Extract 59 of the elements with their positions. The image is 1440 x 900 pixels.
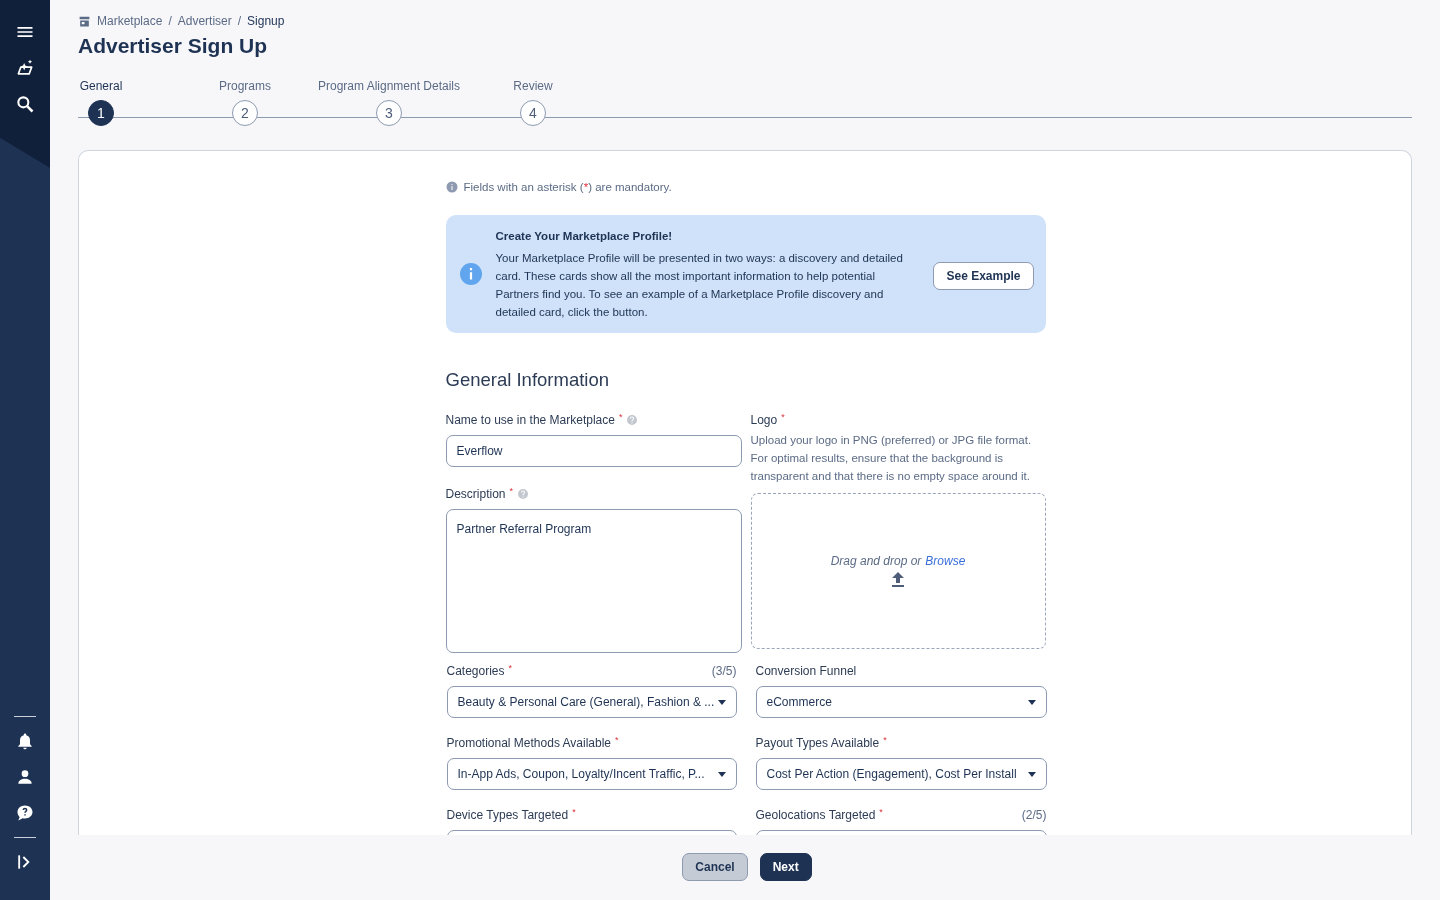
upload-icon [891, 572, 905, 588]
drop-text: Drag and drop or [830, 554, 922, 568]
required-mark: * [781, 412, 785, 422]
field-label: Logo [750, 413, 778, 427]
cancel-button[interactable]: Cancel [682, 853, 748, 881]
breadcrumb-link[interactable]: Marketplace [97, 14, 163, 28]
field-label: Description [445, 487, 506, 501]
field-label: Promotional Methods Available [446, 736, 612, 750]
person-icon[interactable] [15, 767, 35, 787]
caret-icon [717, 699, 726, 705]
step-tab[interactable]: Programs 2 [173, 79, 317, 131]
select-field[interactable]: In-App Ads, Coupon, Loyalty/Incent Traffic, P... [446, 758, 737, 790]
required-mark: * [572, 807, 576, 817]
page-title: Advertiser Sign Up [78, 34, 269, 58]
breadcrumb-link[interactable]: Signup [247, 14, 285, 28]
breadcrumb-separator: / [168, 14, 172, 28]
sparkle-icon[interactable] [15, 58, 35, 78]
search-icon[interactable] [15, 94, 35, 114]
info-icon [445, 181, 458, 193]
browse-link[interactable]: Browse [925, 554, 966, 568]
breadcrumb-link[interactable]: Advertiser [177, 14, 232, 28]
next-button[interactable]: Next [759, 853, 812, 881]
mandatory-note: Fields with an asterisk (*) are mandatory. [463, 181, 672, 193]
required-mark: * [615, 735, 619, 745]
caret-icon [1027, 771, 1036, 777]
field-label: Geolocations Targeted [755, 808, 876, 822]
see-example-button[interactable]: See Example [933, 262, 1034, 290]
banner-title: Create Your Marketplace Profile! [495, 229, 674, 244]
select-field[interactable]: eCommerce [755, 686, 1047, 718]
required-mark: * [883, 735, 887, 745]
step-tab[interactable]: Program Alignment Details 3 [317, 79, 461, 131]
breadcrumb-separator: / [237, 14, 242, 28]
description-textarea[interactable]: Partner Referral Program [445, 509, 742, 653]
banner-text: Your Marketplace Profile will be presented in two ways: a discovery and detailed card. These cards show all the most important information to help potential Partners find you. To see an example of a Marketplace Profile discovery and detailed card, click the button. [495, 251, 904, 320]
logo-hint: Upload your logo in PNG (preferred) or JPG file format. For optimal results, ensure that the background is transparent and that there is no empty space around it. [750, 433, 1033, 484]
logo-dropzone[interactable]: Drag and drop or Browse [750, 493, 1046, 649]
required-mark: * [509, 486, 514, 496]
field-label: Device Types Targeted [446, 808, 569, 822]
required-mark: * [508, 663, 513, 673]
field-label: Categories [446, 664, 505, 678]
field-label: Name to use in the Marketplace [445, 413, 615, 427]
caret-icon [1027, 699, 1036, 705]
caret-icon [717, 771, 726, 777]
selection-count: (2/5) [1021, 808, 1047, 822]
info-icon [459, 263, 482, 285]
bell-icon[interactable] [15, 731, 35, 751]
required-mark: * [879, 807, 883, 817]
select-field[interactable]: Cost Per Action (Engagement), Cost Per Install [755, 758, 1047, 790]
step-tab[interactable]: Review 4 [461, 79, 605, 131]
section-title: General Information [445, 369, 610, 391]
step-tab[interactable]: General 1 [29, 79, 173, 131]
store-icon [78, 14, 91, 28]
field-label: Conversion Funnel [755, 664, 857, 678]
field-label: Payout Types Available [755, 736, 880, 750]
name-input[interactable]: Everflow [445, 435, 742, 467]
selection-count: (3/5) [711, 664, 737, 678]
select-field[interactable]: Beauty & Personal Care (General), Fashion & ... [446, 686, 737, 718]
required-mark: * [618, 412, 623, 422]
help-chat-icon[interactable] [15, 803, 35, 823]
